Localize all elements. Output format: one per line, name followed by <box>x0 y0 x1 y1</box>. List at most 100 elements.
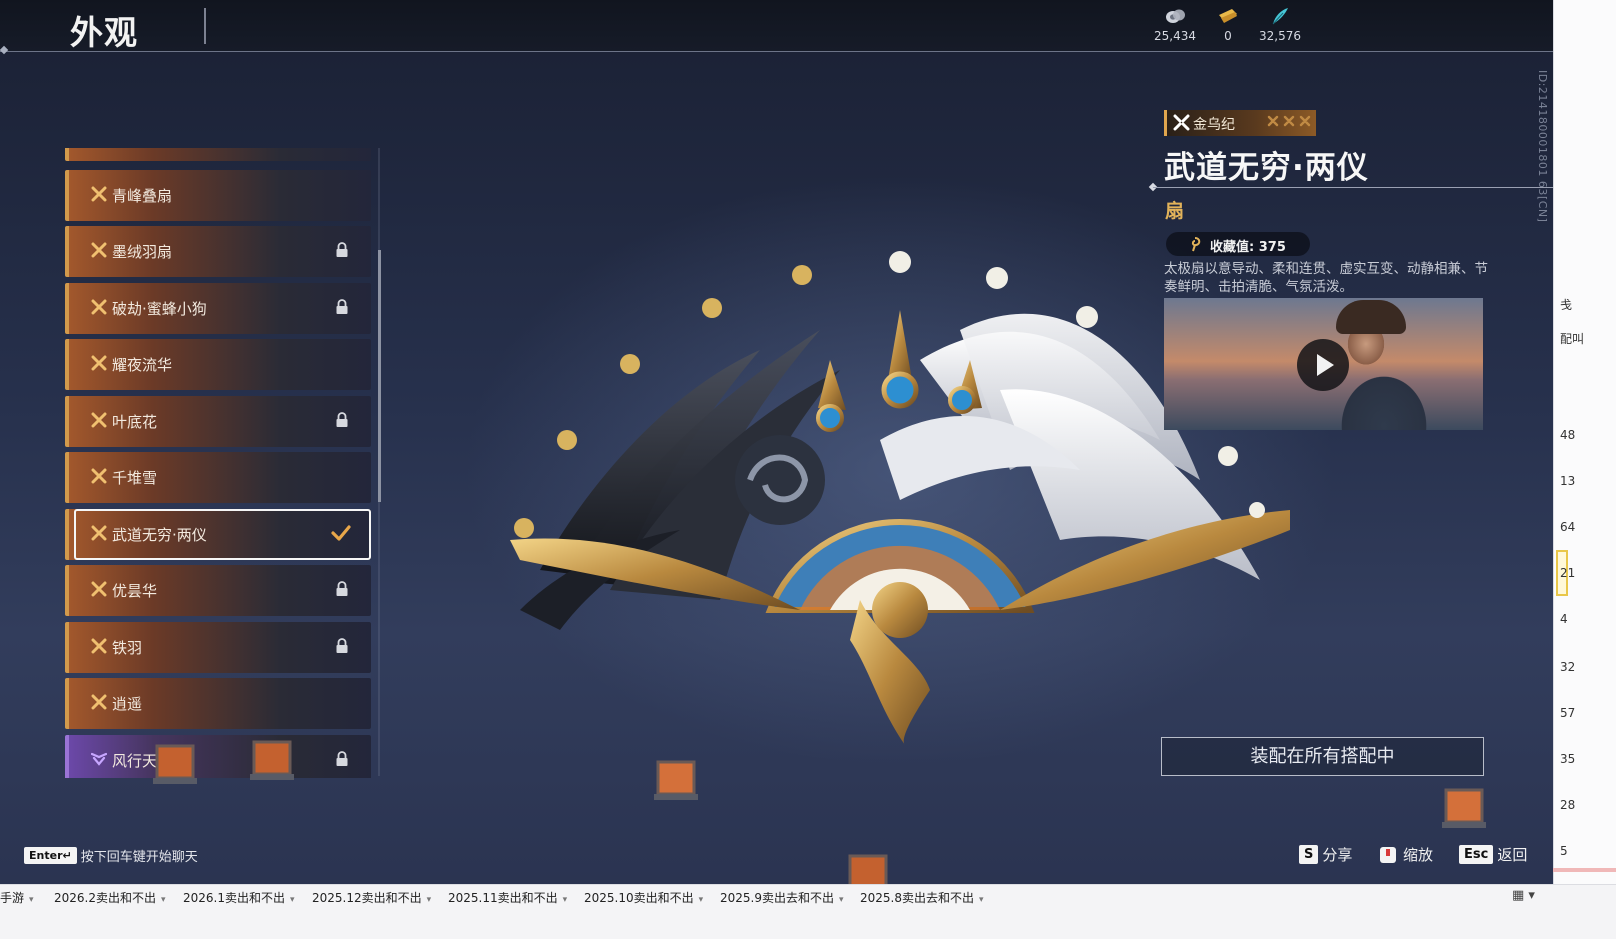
sheet-tab-label: 2026.1卖出和不出 <box>183 891 285 905</box>
lantern-decoration <box>1442 788 1486 828</box>
sheet-tab[interactable]: 2025.11卖出和不出 ▾ <box>448 889 567 906</box>
series-badge: 金乌纪 <box>1164 110 1316 136</box>
sheet-tab[interactable]: 2025.9卖出去和不出 ▾ <box>720 889 844 906</box>
lock-icon <box>336 242 348 257</box>
sheet-tab[interactable]: 2025.12卖出和不出 ▾ <box>312 889 431 906</box>
side-fragment: 64 <box>1560 520 1576 534</box>
grid-view-icon[interactable]: ▦ ▾ <box>1512 888 1535 903</box>
share-hint[interactable]: S 分享 <box>1299 844 1352 864</box>
list-scrollbar-thumb[interactable] <box>378 250 381 502</box>
chevron-down-icon[interactable]: ▾ <box>29 895 34 905</box>
currency-value: 0 <box>1224 29 1232 43</box>
sheet-tab-label: 2025.10卖出和不出 <box>584 891 694 905</box>
item-name: 武道无穷·两仪 <box>1164 150 1369 186</box>
cross-emblem-icon <box>1173 114 1190 131</box>
equip-all-button[interactable]: 装配在所有搭配中 <box>1161 737 1484 776</box>
top-bar: 外观 25,434 0 32,576 <box>0 0 1553 55</box>
lantern-decoration <box>153 744 197 784</box>
item-description: 太极扇以意导动、柔和连贯、虚实互变、动静相兼、节奏鲜明、击拍清脆、气氛活泼。 <box>1164 261 1488 295</box>
list-item[interactable] <box>65 148 371 161</box>
list-item[interactable]: 叶底花 <box>65 396 371 447</box>
chevron-down-icon[interactable]: ▾ <box>839 895 844 905</box>
sheet-tab[interactable]: 手游 ▾ <box>0 889 34 906</box>
sheet-tab[interactable]: 2025.10卖出和不出 ▾ <box>584 889 703 906</box>
list-item[interactable]: 青峰叠扇 <box>65 170 371 221</box>
enter-key: Enter↵ <box>24 847 77 864</box>
sheet-tab[interactable]: 2025.8卖出去和不出 ▾ <box>860 889 984 906</box>
list-item[interactable]: 铁羽 <box>65 622 371 673</box>
list-item-label: 叶底花 <box>112 413 158 431</box>
sheet-tab-label: 2025.11卖出和不出 <box>448 891 558 905</box>
list-item[interactable]: 千堆雪 <box>65 452 371 503</box>
side-accent <box>1553 868 1616 872</box>
ornament-icon <box>1267 115 1311 127</box>
chevron-down-icon[interactable]: ▾ <box>563 895 568 905</box>
currency-value: 32,576 <box>1259 29 1301 43</box>
chevron-down-icon[interactable]: ▾ <box>290 895 295 905</box>
chevron-down-icon[interactable]: ▾ <box>427 895 432 905</box>
collection-value-badge: 收藏值: 375 <box>1166 232 1310 256</box>
player-id: ID:214180001801 63[CN] <box>1536 70 1549 223</box>
share-text: 分享 <box>1322 846 1353 864</box>
purple-emblem-icon <box>91 752 107 766</box>
cross-emblem-icon <box>91 581 107 597</box>
chevron-down-icon[interactable]: ▾ <box>979 895 984 905</box>
title-rule <box>1153 187 1553 188</box>
cross-emblem-icon <box>91 468 107 484</box>
cross-emblem-icon <box>91 299 107 315</box>
sheet-tab-label: 2026.2卖出和不出 <box>54 891 156 905</box>
collection-value: 收藏值: 375 <box>1210 240 1286 255</box>
sheet-tab[interactable]: 2026.2卖出和不出 ▾ <box>54 889 166 906</box>
zoom-hint[interactable]: 缩放 <box>1377 844 1433 864</box>
cross-emblem-icon <box>91 242 107 258</box>
chevron-down-icon[interactable]: ▾ <box>699 895 704 905</box>
window-bottom <box>0 909 1616 939</box>
play-button[interactable] <box>1297 339 1349 391</box>
character-hair <box>1336 300 1406 334</box>
sheet-tab-label: 2025.12卖出和不出 <box>312 891 422 905</box>
sheet-tab-label: 2025.9卖出去和不出 <box>720 891 834 905</box>
list-item[interactable]: 优昙华 <box>65 565 371 616</box>
checkmark-icon <box>331 525 351 541</box>
list-item-label: 铁羽 <box>112 639 143 657</box>
lock-icon <box>336 412 348 427</box>
chevron-down-icon[interactable]: ▾ <box>161 895 166 905</box>
swirl-icon <box>1191 237 1201 252</box>
side-fragment: 21 <box>1560 566 1576 580</box>
side-panel: 戋 配叫 48 13 64 21 4 32 57 35 28 5 <box>1553 0 1616 884</box>
lock-icon <box>336 638 348 653</box>
side-fragment: 35 <box>1560 752 1576 766</box>
list-item[interactable]: 墨绒羽扇 <box>65 226 371 277</box>
list-item-selected[interactable]: 武道无穷·两仪 <box>65 509 371 560</box>
sheet-tab[interactable]: 2026.1卖出和不出 ▾ <box>183 889 295 906</box>
side-fragment: 57 <box>1560 706 1576 720</box>
list-item[interactable]: 风行天·逸 <box>65 735 371 778</box>
esc-key: Esc <box>1459 845 1494 864</box>
play-icon <box>1317 354 1334 376</box>
list-item-label: 优昙华 <box>112 582 158 600</box>
side-fragment: 5 <box>1560 844 1568 858</box>
back-text: 返回 <box>1497 846 1528 864</box>
side-fragment: 13 <box>1560 474 1576 488</box>
list-item-label: 千堆雪 <box>112 469 158 487</box>
title-divider <box>204 8 206 44</box>
list-item[interactable]: 逍遥 <box>65 678 371 729</box>
game-screen: 外观 25,434 0 32,576 ID:214180001801 63[CN… <box>0 0 1553 905</box>
item-type: 扇 <box>1165 200 1185 222</box>
lock-icon <box>336 581 348 596</box>
side-fragment: 48 <box>1560 428 1576 442</box>
cross-emblem-icon <box>91 638 107 654</box>
cross-emblem-icon <box>91 355 107 371</box>
chat-hint-text: 按下回车键开始聊天 <box>80 850 198 865</box>
cross-emblem-icon <box>91 186 107 202</box>
currency-feather: 32,576 <box>1250 6 1310 43</box>
list-item-label: 武道无穷·两仪 <box>112 526 207 544</box>
list-item[interactable]: 耀夜流华 <box>65 339 371 390</box>
list-item-label: 墨绒羽扇 <box>112 243 173 261</box>
list-item-label: 耀夜流华 <box>112 356 173 374</box>
chat-hint[interactable]: Enter↵ 按下回车键开始聊天 <box>24 845 198 865</box>
back-hint[interactable]: Esc 返回 <box>1459 844 1527 864</box>
appearance-list[interactable]: 青峰叠扇 墨绒羽扇 破劫·蜜蜂小狗 耀夜流华 叶底花 千堆雪 武道无穷·两仪 优… <box>65 148 375 778</box>
side-fragment: 戋 <box>1560 298 1573 312</box>
list-item[interactable]: 破劫·蜜蜂小狗 <box>65 283 371 334</box>
